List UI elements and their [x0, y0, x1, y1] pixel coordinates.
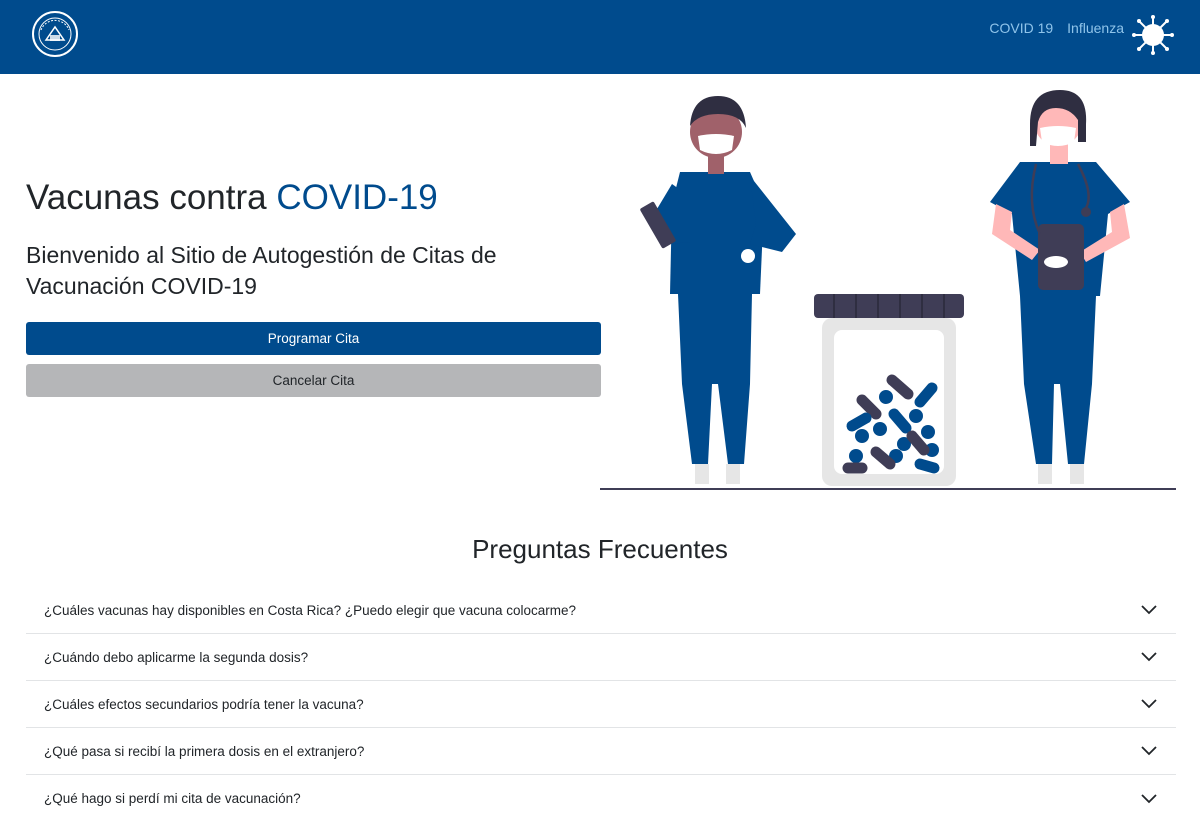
page-title-accent: COVID-19: [276, 178, 438, 217]
nav-link-covid19[interactable]: COVID 19: [989, 20, 1053, 36]
left-nurse-figure: [640, 96, 796, 484]
faq-question: ¿Cuáles efectos secundarios podría tener…: [44, 696, 364, 712]
chevron-down-icon[interactable]: [1140, 651, 1158, 663]
chevron-down-icon[interactable]: [1140, 745, 1158, 757]
welcome-subtitle: Bienvenido al Sitio de Autogestión de Ci…: [26, 242, 497, 299]
faq-item[interactable]: ¿Qué hago si perdí mi cita de vacunación…: [26, 775, 1176, 822]
page-title: Vacunas contra COVID-19: [26, 178, 438, 218]
seguro-social-logo[interactable]: [31, 10, 79, 58]
faq-accordion: ¿Cuáles vacunas hay disponibles en Costa…: [26, 587, 1176, 822]
nurses-vaccine-illustration: [600, 90, 1176, 490]
right-nurse-figure: [990, 90, 1130, 484]
faq-item[interactable]: ¿Qué pasa si recibí la primera dosis en …: [26, 728, 1176, 775]
chevron-down-icon[interactable]: [1140, 604, 1158, 616]
faq-question: ¿Qué pasa si recibí la primera dosis en …: [44, 743, 365, 759]
virus-icon: [1132, 15, 1174, 55]
top-navbar: COVID 19 Influenza: [0, 0, 1200, 74]
cancel-appointment-button[interactable]: Cancelar Cita: [26, 364, 601, 397]
faq-item[interactable]: ¿Cuándo debo aplicarme la segunda dosis?: [26, 634, 1176, 681]
chevron-down-icon[interactable]: [1140, 698, 1158, 710]
nav-links: COVID 19 Influenza: [989, 20, 1124, 36]
vaccine-jar: [814, 294, 964, 486]
faq-title: Preguntas Frecuentes: [472, 534, 728, 564]
schedule-appointment-button[interactable]: Programar Cita: [26, 322, 601, 355]
chevron-down-icon[interactable]: [1140, 793, 1158, 805]
faq-question: ¿Cuáles vacunas hay disponibles en Costa…: [44, 602, 577, 618]
page-title-prefix: Vacunas contra: [26, 178, 277, 217]
faq-question: ¿Qué hago si perdí mi cita de vacunación…: [44, 791, 301, 806]
faq-item[interactable]: ¿Cuáles efectos secundarios podría tener…: [26, 681, 1176, 728]
faq-item[interactable]: ¿Cuáles vacunas hay disponibles en Costa…: [26, 587, 1176, 634]
faq-question: ¿Cuándo debo aplicarme la segunda dosis?: [44, 649, 309, 665]
nav-link-influenza[interactable]: Influenza: [1067, 20, 1124, 36]
